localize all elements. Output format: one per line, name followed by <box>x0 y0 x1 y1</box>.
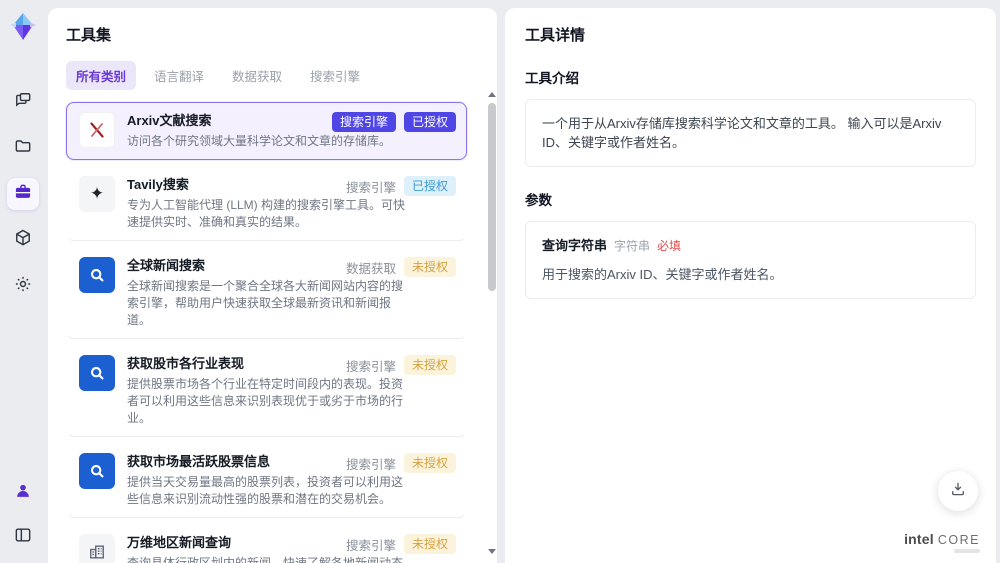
tool-description: 专为人工智能代理 (LLM) 构建的搜索引擎工具。可快速提供实时、准确和真实的结… <box>127 198 406 229</box>
details-title: 工具详情 <box>525 27 586 44</box>
rail-item-panel-toggle[interactable] <box>7 521 39 553</box>
tools-panel: 工具集 所有类别 语言翻译 数据获取 搜索引擎 Arxiv文献搜索 访问各个研究… <box>48 8 497 563</box>
tool-description: 提供股票市场各个行业在特定时间段内的表现。投资者可以利用这些信息来识别表现优于或… <box>127 377 404 425</box>
scrollbar-thumb[interactable] <box>488 103 496 291</box>
brand-intel-text: intel <box>904 531 934 547</box>
auth-badge: 已授权 <box>403 112 456 132</box>
auth-badge: 未授权 <box>403 355 456 375</box>
auth-badge: 已授权 <box>403 176 456 196</box>
chat-icon <box>13 90 33 115</box>
intel-core-logo: intel core <box>904 531 980 553</box>
tool-details-panel: 工具详情 工具介绍 一个用于从Arxiv存储库搜索科学论文和文章的工具。 输入可… <box>505 8 996 563</box>
tool-card-active-stocks[interactable]: 获取市场最活跃股票信息 提供当天交易量最高的股票列表，投资者可以利用这些信息来识… <box>66 443 467 518</box>
scroll-up-arrow[interactable] <box>488 92 496 97</box>
tool-list: Arxiv文献搜索 访问各个研究领域大量科学论文和文章的存储库。 搜索引擎 已授… <box>66 102 481 563</box>
panel-toggle-icon <box>13 525 33 550</box>
tool-card-arxiv[interactable]: Arxiv文献搜索 访问各个研究领域大量科学论文和文章的存储库。 搜索引擎 已授… <box>66 102 467 160</box>
list-scrollbar <box>487 92 497 560</box>
param-card: 查询字符串 字符串 必填 用于搜索的Arxiv ID、关键字或作者姓名。 <box>525 221 976 299</box>
rail-item-toolbox[interactable] <box>7 178 39 210</box>
rail-item-user[interactable] <box>7 477 39 509</box>
search-icon <box>79 257 115 293</box>
auth-badge: 未授权 <box>403 534 456 554</box>
param-type: 字符串 <box>614 239 651 253</box>
download-button[interactable] <box>938 471 978 511</box>
category-label: 搜索引擎 <box>345 538 396 553</box>
toolbox-icon <box>13 182 33 207</box>
intro-heading: 工具介绍 <box>525 71 579 86</box>
tool-card-global-news[interactable]: 全球新闻搜索 全球新闻搜索是一个聚合全球各大新闻网站内容的搜索引擎，帮助用户快速… <box>66 247 467 339</box>
rail-item-folder[interactable] <box>7 132 39 164</box>
cube-icon <box>13 228 33 253</box>
rail-item-chat[interactable] <box>7 86 39 118</box>
tool-description: 提供当天交易量最高的股票列表，投资者可以利用这些信息来识别流动性强的股票和潜在的… <box>127 475 404 506</box>
tools-panel-title: 工具集 <box>66 27 112 44</box>
tab-language-translation[interactable]: 语言翻译 <box>144 61 214 90</box>
arxiv-logo-icon <box>79 112 115 148</box>
param-name: 查询字符串 <box>542 238 608 253</box>
app-logo-icon <box>6 10 40 44</box>
brand-sub-mark <box>954 549 980 553</box>
rail-item-settings[interactable] <box>7 270 39 302</box>
folder-icon <box>13 136 33 161</box>
building-icon <box>79 534 115 563</box>
auth-badge: 未授权 <box>403 453 456 473</box>
param-required-badge: 必填 <box>657 239 682 253</box>
search-icon <box>79 355 115 391</box>
params-heading: 参数 <box>525 193 552 208</box>
tool-description: 查询具体行政区划内的新闻，快速了解各地新闻动态 <box>127 556 404 563</box>
tool-card-tavily[interactable]: ✦ Tavily搜索 专为人工智能代理 (LLM) 构建的搜索引擎工具。可快速提… <box>66 166 467 241</box>
category-label: 数据获取 <box>345 261 396 276</box>
tool-card-sector-performance[interactable]: 获取股市各行业表现 提供股票市场各个行业在特定时间段内的表现。投资者可以利用这些… <box>66 345 467 437</box>
left-rail <box>0 0 46 563</box>
tool-description: 全球新闻搜索是一个聚合全球各大新闻网站内容的搜索引擎，帮助用户快速获取全球最新资… <box>127 279 404 327</box>
brand-core-text: core <box>937 533 980 547</box>
tool-card-regional-news[interactable]: 万维地区新闻查询 查询具体行政区划内的新闻，快速了解各地新闻动态 搜索引擎 未授… <box>66 524 467 563</box>
tool-description: 访问各个研究领域大量科学论文和文章的存储库。 <box>127 134 392 148</box>
app-root: 工具集 所有类别 语言翻译 数据获取 搜索引擎 Arxiv文献搜索 访问各个研究… <box>0 0 1000 563</box>
category-label: 搜索引擎 <box>345 180 396 195</box>
intro-text: 一个用于从Arxiv存储库搜索科学论文和文章的工具。 输入可以是Arxiv ID… <box>542 116 942 150</box>
tab-all-categories[interactable]: 所有类别 <box>66 61 137 90</box>
scroll-down-arrow[interactable] <box>488 549 496 554</box>
star-icon: ✦ <box>79 176 115 212</box>
category-label: 搜索引擎 <box>345 359 396 374</box>
param-description: 用于搜索的Arxiv ID、关键字或作者姓名。 <box>542 267 783 282</box>
user-icon <box>13 481 33 506</box>
category-tabs: 所有类别 语言翻译 数据获取 搜索引擎 <box>66 61 481 90</box>
rail-item-cube[interactable] <box>7 224 39 256</box>
download-icon <box>949 480 967 503</box>
auth-badge: 未授权 <box>403 257 456 277</box>
category-badge: 搜索引擎 <box>331 112 396 132</box>
intro-card: 一个用于从Arxiv存储库搜索科学论文和文章的工具。 输入可以是Arxiv ID… <box>525 99 976 167</box>
category-label: 搜索引擎 <box>345 457 396 472</box>
search-icon <box>79 453 115 489</box>
gear-icon <box>13 274 33 299</box>
tab-search-engine[interactable]: 搜索引擎 <box>300 61 370 90</box>
tab-data-fetch[interactable]: 数据获取 <box>222 61 292 90</box>
